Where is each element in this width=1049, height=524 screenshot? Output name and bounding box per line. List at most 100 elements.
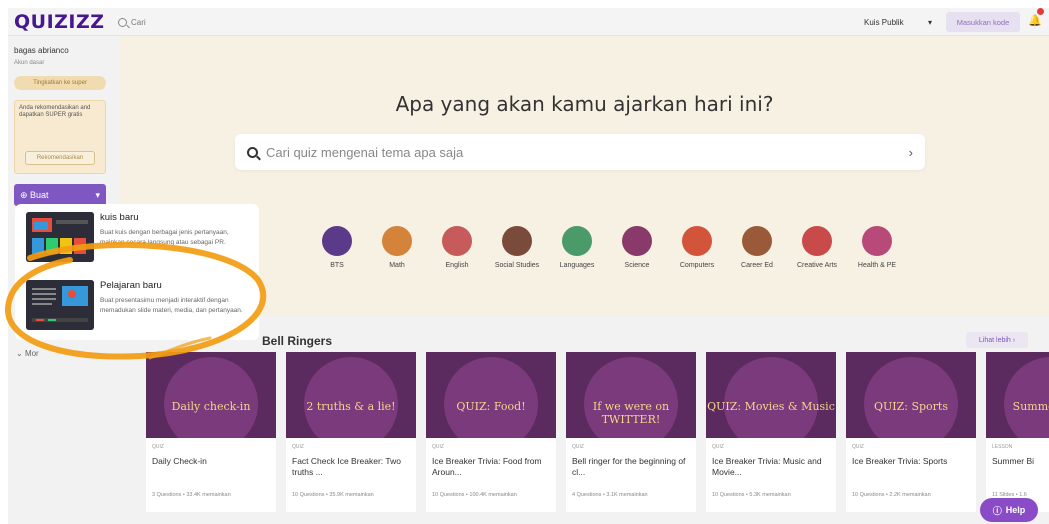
quizizz-logo[interactable]: QUIZIZZ [14,11,105,33]
category-item[interactable]: Social Studies [490,226,544,269]
menu-item-description: Buat presentasimu menjadi interaktif den… [100,297,243,314]
section-title: Bell Ringers [262,334,333,348]
quiz-search-input[interactable]: Cari quiz mengenai tema apa saja › [235,134,925,170]
category-icon [862,226,892,256]
card-type-badge: QUIZ [292,444,304,450]
quiz-search-placeholder: Cari quiz mengenai tema apa saja [266,144,464,160]
card-meta: 10 Questions • 100.4K memainkan [432,492,517,498]
category-list: BTS Math English Social Studies Languages Sci… [310,226,904,269]
upgrade-button[interactable]: Tingkatkan ke super [14,76,106,90]
menu-item-title: Pelajaran baru [100,280,162,291]
card-type-badge: QUIZ [852,444,864,450]
category-label: Social Studies [494,262,540,269]
create-button[interactable]: ⊕ Buat ▾ [14,184,106,206]
card-thumbnail: QUIZ: Movies & Music [706,352,836,438]
see-more-label: Lihat lebih [978,336,1011,344]
menu-item-title: kuis baru [100,212,139,223]
sidebar-item-more[interactable]: ⌄ Mor [16,349,39,358]
category-label: Math [389,262,405,269]
card-image-text: QUIZ: Sports [873,400,948,413]
card-thumbnail: If we were on TWITTER! [566,352,696,438]
notification-dot [1037,8,1044,15]
search-icon [247,146,258,158]
category-item[interactable]: Math [370,226,424,269]
top-search-input[interactable]: Cari [118,14,838,30]
card-type-badge: QUIZ [152,444,164,450]
visibility-select[interactable]: Kuis Publik ▾ [858,13,938,31]
category-icon [742,226,772,256]
quiz-thumbnail-icon [26,212,94,262]
category-label: Career Ed [741,262,773,269]
card-thumbnail-circle [304,357,398,438]
bell-icon[interactable]: 🔔 [1028,14,1042,28]
card-type-badge: QUIZ [432,444,444,450]
card-meta: 3 Questions • 33.4K memainkan [152,492,231,498]
create-label: Buat [30,189,49,200]
enter-code-button[interactable]: Masukkan kode [946,12,1020,32]
referral-promo: Anda rekomendasikan and dapatkan SUPER g… [14,100,106,174]
card-thumbnail: Daily check-in [146,352,276,438]
chevron-down-icon: ▾ [95,189,100,200]
help-button[interactable]: ⓘ Help [980,498,1038,522]
quiz-card-list: Daily check-in QUIZ Daily Check-in 3 Questi… [146,352,1049,512]
category-item[interactable]: Health & PE [850,226,904,269]
card-type-badge: QUIZ [712,444,724,450]
card-meta: 10 Questions • 2.2K memainkan [852,492,931,498]
card-title: Summer Bi [992,456,1035,466]
promo-text: Anda rekomendasikan and dapatkan SUPER g… [19,105,91,118]
create-dropdown-menu: kuis baru Buat kuis dengan berbagai jeni… [15,204,259,340]
user-name[interactable]: bagas abrianco [14,46,69,55]
category-item[interactable]: Computers [670,226,724,269]
card-thumbnail-circle [864,357,958,438]
card-image-text: Daily check-in [171,400,251,413]
quiz-card[interactable]: QUIZ: Food! QUIZ Ice Breaker Trivia: Food … [426,352,556,512]
see-more-button[interactable]: Lihat lebih › [966,332,1028,348]
upgrade-label: Tingkatkan ke super [33,80,87,86]
visibility-label: Kuis Publik [864,17,904,27]
main-content: Apa yang akan kamu ajarkan hari ini? Car… [120,36,1049,524]
quiz-card[interactable]: QUIZ: Sports QUIZ Ice Breaker Trivia: Spor… [846,352,976,512]
card-image-text: Summer Ring [1012,400,1049,413]
recommend-button[interactable]: Rekomendasikan [25,151,95,165]
card-title: Ice Breaker Trivia: Food from Aroun... [432,456,542,477]
category-label: English [445,262,469,269]
card-image-text: QUIZ: Food! [456,400,526,413]
card-type-badge: LESSON [992,444,1013,450]
category-item[interactable]: BTS [310,226,364,269]
quiz-card[interactable]: QUIZ: Movies & Music QUIZ Ice Breaker Triv… [706,352,836,512]
category-item[interactable]: Career Ed [730,226,784,269]
menu-item-new-quiz[interactable]: kuis baru Buat kuis dengan berbagai jeni… [23,206,255,268]
quiz-card[interactable]: 2 truths & a lie! QUIZ Fact Check Ice Brea… [286,352,416,512]
card-title: Fact Check Ice Breaker: Two truths ... [292,456,401,477]
card-image-text: QUIZ: Movies & Music [707,400,835,413]
quiz-card[interactable]: Summer RingLESSONSummer Bi11 Slides • 1.… [986,352,1049,512]
category-item[interactable]: English [430,226,484,269]
card-title: Bell ringer for the beginning of cl... [572,456,686,477]
quiz-card[interactable]: Daily check-in QUIZ Daily Check-in 3 Questi… [146,352,276,512]
top-bar: QUIZIZZ Cari Kuis Publik ▾ Masukkan kode… [8,8,1049,36]
card-image-text: If we were on TWITTER! [592,400,670,426]
card-thumbnail: 2 truths & a lie! [286,352,416,438]
category-item[interactable]: Science [610,226,664,269]
category-icon [442,226,472,256]
quiz-card[interactable]: If we were on TWITTER! QUIZ Bell ringer fo… [566,352,696,512]
lesson-thumbnail-icon [26,280,94,330]
chevron-right-icon[interactable]: › [909,145,913,160]
card-title: Ice Breaker Trivia: Music and Movie... [712,456,822,477]
category-icon [562,226,592,256]
category-label: Health & PE [857,262,897,269]
category-item[interactable]: Creative Arts [790,226,844,269]
category-label: Languages [559,262,595,269]
card-meta: 10 Questions • 35.9K memainkan [292,492,374,498]
top-search-placeholder: Cari [131,17,146,27]
menu-item-description: Buat kuis dengan berbagai jenis pertanya… [100,229,229,246]
card-thumbnail-circle [444,357,538,438]
more-label: Mor [24,349,39,358]
question-circle-icon: ⓘ [992,505,1002,516]
card-thumbnail-circle [724,357,818,438]
category-icon [622,226,652,256]
category-item[interactable]: Languages [550,226,604,269]
search-icon [118,17,127,27]
card-thumbnail: QUIZ: Food! [426,352,556,438]
menu-item-new-lesson[interactable]: Pelajaran baru Buat presentasimu menjadi… [23,274,255,336]
